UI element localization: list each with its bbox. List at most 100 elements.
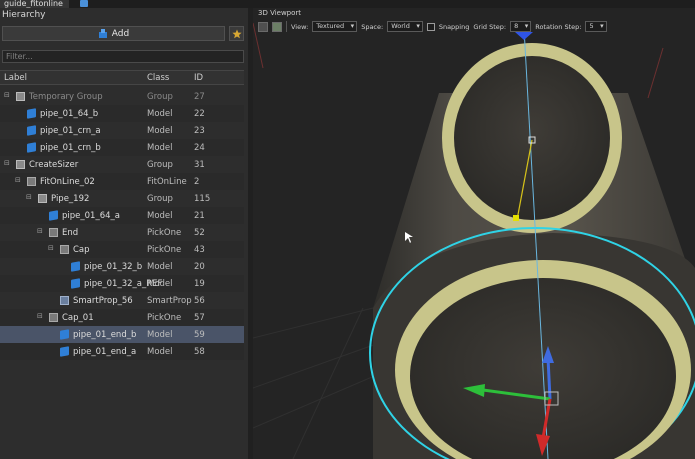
tree-row[interactable]: ⊟ Cap PickOne 43 xyxy=(0,241,244,258)
tree-row-class: Model xyxy=(147,109,173,119)
tree-row-class: FitOnLine xyxy=(147,177,187,187)
tree-row-class: Group xyxy=(147,160,173,170)
tree-row-id: 43 xyxy=(194,245,205,255)
tree-row[interactable]: ⊟ Temporary Group Group 27 xyxy=(0,88,244,105)
camera-icon[interactable] xyxy=(258,21,268,32)
expand-toggle-icon[interactable]: ⊟ xyxy=(4,160,11,167)
tree-row-class: Model xyxy=(147,143,173,153)
tree-row[interactable]: pipe_01_64_b Model 22 xyxy=(0,105,244,122)
star-icon xyxy=(231,29,242,38)
tree-row[interactable]: ⊟ End PickOne 52 xyxy=(0,224,244,241)
grid-step-dropdown[interactable]: 8 xyxy=(510,21,532,32)
tree-row[interactable]: SmartProp_56 SmartProp 56 xyxy=(0,292,244,309)
document-tab-label: guide_fitonline xyxy=(4,0,63,8)
tree-row-id: 56 xyxy=(194,296,205,306)
tree-row-class: Model xyxy=(147,279,173,289)
viewport-scene[interactable] xyxy=(253,8,695,459)
tree-row[interactable]: pipe_01_64_a Model 21 xyxy=(0,207,244,224)
tree-row-class: SmartProp xyxy=(147,296,192,306)
group-icon xyxy=(16,160,25,169)
document-tab[interactable]: guide_fitonline xyxy=(0,0,69,8)
tree-row-id: 27 xyxy=(194,92,205,102)
model-icon xyxy=(27,142,36,153)
expand-toggle-icon[interactable]: ⊟ xyxy=(4,92,11,99)
toolbar-separator xyxy=(286,21,287,32)
tree-row[interactable]: ⊟ CreateSizer Group 31 xyxy=(0,156,244,173)
filter-input[interactable] xyxy=(2,50,244,63)
viewport-toolbar: View: Textured Space: World Snapping Gri… xyxy=(258,20,607,33)
tree-row-class: Model xyxy=(147,211,173,221)
tree-row-label: Temporary Group xyxy=(29,92,103,102)
tree-row[interactable]: pipe_01_32_a_REF Model 19 xyxy=(0,275,244,292)
cap-face-top xyxy=(454,56,610,220)
model-icon xyxy=(60,329,69,340)
tree-row-class: PickOne xyxy=(147,313,182,323)
model-icon xyxy=(71,261,80,272)
tree-row[interactable]: pipe_01_crn_b Model 24 xyxy=(0,139,244,156)
tree-row-label: pipe_01_end_a xyxy=(73,347,137,357)
expand-toggle-icon[interactable]: ⊟ xyxy=(37,228,44,235)
tree-row-label: pipe_01_32_b xyxy=(84,262,143,272)
tree-row-label: pipe_01_64_a xyxy=(62,211,120,221)
grid-toggle-icon[interactable] xyxy=(272,21,282,32)
column-label[interactable]: Label xyxy=(4,73,27,83)
tree-row-label: CreateSizer xyxy=(29,160,79,170)
tree-row-label: Cap xyxy=(73,245,90,255)
tree-row-label: Pipe_192 xyxy=(51,194,90,204)
yellow-handle[interactable] xyxy=(513,215,519,221)
view-dropdown[interactable]: Textured xyxy=(312,21,358,32)
tree-row-id: 52 xyxy=(194,228,205,238)
favorite-button[interactable] xyxy=(229,26,244,41)
tree-row[interactable]: ⊟ Cap_01 PickOne 57 xyxy=(0,309,244,326)
expand-toggle-icon[interactable]: ⊟ xyxy=(37,313,44,320)
model-icon xyxy=(27,125,36,136)
expand-toggle-icon[interactable]: ⊟ xyxy=(15,177,22,184)
model-icon xyxy=(49,210,58,221)
column-id[interactable]: ID xyxy=(194,73,203,83)
tree-row-label: pipe_01_crn_b xyxy=(40,143,101,153)
tree-row[interactable]: pipe_01_crn_a Model 23 xyxy=(0,122,244,139)
tree-row-label: SmartProp_56 xyxy=(73,296,133,306)
tree-row-id: 23 xyxy=(194,126,205,136)
tree-row[interactable]: ⊟ Pipe_192 Group 115 xyxy=(0,190,244,207)
tree-row-label: pipe_01_64_b xyxy=(40,109,99,119)
tree-row[interactable]: pipe_01_32_b Model 20 xyxy=(0,258,244,275)
snapping-label: Snapping xyxy=(438,22,470,31)
snapping-checkbox[interactable] xyxy=(426,22,435,31)
tree-row-id: 19 xyxy=(194,279,205,289)
hierarchy-tree: ⊟ Temporary Group Group 27 pipe_01_64_b Model… xyxy=(0,88,244,360)
viewport-panel: 3D Viewport View: Textured Space: World … xyxy=(253,8,695,459)
expand-toggle-icon[interactable]: ⊟ xyxy=(26,194,33,201)
gizmo-y-axis[interactable] xyxy=(546,357,552,400)
tree-row-id: 115 xyxy=(194,194,211,204)
pick-icon xyxy=(27,177,36,186)
column-class[interactable]: Class xyxy=(147,73,169,83)
tree-row-id: 59 xyxy=(194,330,205,340)
tree-row-label: FitOnLine_02 xyxy=(40,177,95,187)
expand-toggle-icon[interactable]: ⊟ xyxy=(48,245,55,252)
tab-pin-icon[interactable] xyxy=(80,0,88,7)
tree-row-id: 31 xyxy=(194,160,205,170)
tree-row[interactable]: pipe_01_end_b Model 59 xyxy=(0,326,244,343)
pick-icon xyxy=(49,228,58,237)
tree-row-class: PickOne xyxy=(147,228,182,238)
tree-row-id: 58 xyxy=(194,347,205,357)
viewport-title: 3D Viewport xyxy=(258,9,302,17)
tree-row-id: 21 xyxy=(194,211,205,221)
pick-icon xyxy=(49,313,58,322)
group-icon xyxy=(16,92,25,101)
model-icon xyxy=(27,108,36,119)
tree-row-class: Model xyxy=(147,126,173,136)
model-icon xyxy=(71,278,80,289)
rotation-step-dropdown[interactable]: 5 xyxy=(585,21,607,32)
column-header: Label Class ID xyxy=(0,70,244,85)
tree-row[interactable]: ⊟ FitOnLine_02 FitOnLine 2 xyxy=(0,173,244,190)
tree-row-class: Group xyxy=(147,194,173,204)
pick-icon xyxy=(60,245,69,254)
tree-row-class: Group xyxy=(147,92,173,102)
add-button-label: Add xyxy=(111,28,130,39)
tree-row[interactable]: pipe_01_end_a Model 58 xyxy=(0,343,244,360)
space-dropdown[interactable]: World xyxy=(387,21,423,32)
add-button[interactable]: Add xyxy=(2,26,225,41)
tree-row-id: 24 xyxy=(194,143,205,153)
